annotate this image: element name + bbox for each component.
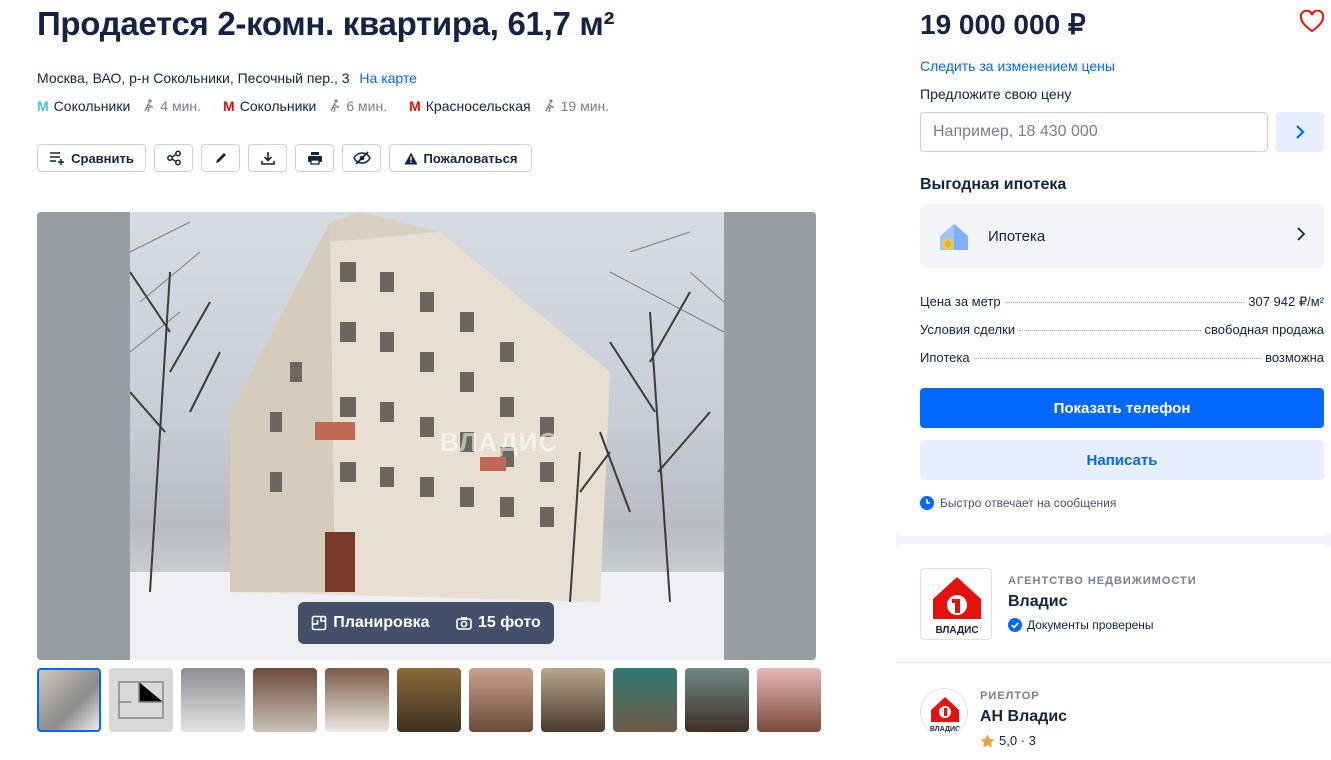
metro-station: Сокольники (239, 98, 317, 114)
verified-badge: Документы проверены (1008, 618, 1154, 632)
download-icon (260, 152, 275, 165)
show-phone-button[interactable]: Показать телефон (920, 388, 1324, 428)
price-card: 19 000 000 ₽ Следить за изменением цены … (896, 0, 1331, 536)
thumbnail[interactable] (181, 668, 245, 732)
vladis-logo: ВЛАДИС (930, 697, 960, 733)
chevron-right-icon (1296, 125, 1305, 139)
walk-icon (144, 99, 154, 113)
detail-row: Условия сделки свободная продажа (920, 322, 1324, 337)
heart-icon (1299, 9, 1325, 33)
clock-icon (920, 496, 934, 510)
walk-time: 4 мин. (144, 98, 201, 114)
mortgage-item[interactable]: Ипотека (920, 204, 1324, 268)
metro-icon: M (37, 98, 49, 114)
layout-button[interactable]: Планировка (311, 614, 430, 632)
walk-icon (544, 99, 554, 113)
mortgage-heading: Выгодная ипотека (920, 176, 1067, 193)
complain-button[interactable]: Пожаловаться (389, 144, 532, 172)
write-button[interactable]: Написать (920, 440, 1324, 480)
walk-time: 6 мин. (330, 98, 387, 114)
building-photo (130, 212, 724, 660)
camera-icon (456, 617, 472, 630)
detail-row: Ипотека возможна (920, 350, 1324, 365)
favorite-button[interactable] (1299, 9, 1325, 39)
address-text: Москва, ВАО, р-н Сокольники, Песочный пе… (37, 70, 350, 86)
contacts-card: ВЛАДИС АГЕНТСТВО НЕДВИЖИМОСТИ Владис Док… (896, 544, 1331, 760)
offer-input[interactable] (920, 112, 1268, 152)
price: 19 000 000 ₽ (920, 9, 1086, 40)
divider (896, 662, 1331, 663)
hide-icon (352, 151, 371, 165)
svg-text:ВЛАДИС: ВЛАДИС (930, 726, 960, 733)
follow-price-link[interactable]: Следить за изменением цены (920, 58, 1115, 74)
thumbnail-strip (37, 668, 829, 732)
agency-logo[interactable]: ВЛАДИС (920, 568, 992, 640)
walk-icon (330, 99, 340, 113)
thumbnail[interactable] (397, 668, 461, 732)
thumbnail[interactable] (325, 668, 389, 732)
compare-button[interactable]: Сравнить (37, 144, 146, 172)
thumbnail[interactable] (613, 668, 677, 732)
metro-list: M Сокольники 4 мин. M Сокольники 6 мин. … (37, 98, 631, 114)
edit-icon (215, 153, 226, 163)
share-icon (166, 150, 181, 166)
agency-name[interactable]: Владис (1008, 593, 1068, 611)
photos-button[interactable]: 15 фото (456, 614, 541, 632)
thumbnail[interactable] (109, 668, 173, 732)
compare-icon (50, 152, 65, 165)
main-photo[interactable]: ВЛАДИС (130, 212, 724, 660)
gallery-side-right (724, 212, 816, 660)
price-details: Цена за метр 307 942 ₽/м² Условия сделки с… (920, 294, 1324, 378)
star-icon (980, 734, 995, 747)
metro-item[interactable]: M Красносельская 19 мин. (409, 98, 609, 114)
download-button[interactable] (248, 144, 287, 172)
gallery-side-left (37, 212, 130, 660)
warning-icon (404, 152, 417, 164)
sidebar: 19 000 000 ₽ Следить за изменением цены … (896, 0, 1331, 760)
print-icon (307, 152, 322, 165)
page-title: Продается 2-комн. квартира, 61,7 м² (37, 5, 615, 42)
metro-item[interactable]: M Сокольники 4 мин. (37, 98, 201, 114)
metro-item[interactable]: M Сокольники 6 мин. (223, 98, 387, 114)
realtor-name[interactable]: АН Владис (980, 708, 1067, 726)
svg-text:ВЛАДИС: ВЛАДИС (935, 625, 978, 636)
photo-watermark: ВЛАДИС (440, 427, 559, 457)
address: Москва, ВАО, р-н Сокольники, Песочный пе… (37, 70, 417, 86)
metro-icon: M (223, 98, 235, 114)
offer-submit-button[interactable] (1276, 112, 1324, 152)
chevron-right-icon (1297, 227, 1306, 241)
detail-row: Цена за метр 307 942 ₽/м² (920, 294, 1324, 309)
fast-reply-note: Быстро отвечает на сообщения (920, 496, 1116, 510)
realtor-rating: 5,0 · 3 (980, 733, 1036, 748)
thumbnail[interactable] (253, 668, 317, 732)
edit-button[interactable] (201, 144, 240, 172)
offer-label: Предложите свою цену (920, 86, 1072, 102)
metro-station: Сокольники (53, 98, 131, 114)
photo-gallery[interactable]: ВЛАДИС Планировка 15 фото (37, 212, 816, 660)
realtor-type: РИЕЛТОР (980, 690, 1040, 702)
walk-time: 19 мин. (544, 98, 609, 114)
floorplan-icon (311, 615, 327, 631)
mortgage-label: Ипотека (988, 227, 1046, 245)
thumbnail[interactable] (757, 668, 821, 732)
mortgage-house-icon (940, 224, 968, 250)
verified-icon (1008, 618, 1022, 632)
metro-station: Красносельская (425, 98, 531, 114)
toolbar: Сравнить Пожаловаться (37, 144, 540, 172)
print-button[interactable] (295, 144, 334, 172)
gallery-overlay: Планировка 15 фото (298, 602, 554, 644)
metro-icon: M (409, 98, 421, 114)
listing-page: Продается 2-комн. квартира, 61,7 м² Моск… (0, 0, 1331, 760)
map-link[interactable]: На карте (359, 70, 417, 86)
thumbnail[interactable] (541, 668, 605, 732)
agency-type: АГЕНТСТВО НЕДВИЖИМОСТИ (1008, 575, 1197, 587)
vladis-logo: ВЛАДИС (933, 577, 981, 636)
share-button[interactable] (154, 144, 193, 172)
hide-button[interactable] (342, 144, 381, 172)
thumbnail[interactable] (469, 668, 533, 732)
realtor-avatar[interactable]: ВЛАДИС (920, 688, 968, 736)
thumbnail[interactable] (685, 668, 749, 732)
thumbnail[interactable] (37, 668, 101, 732)
